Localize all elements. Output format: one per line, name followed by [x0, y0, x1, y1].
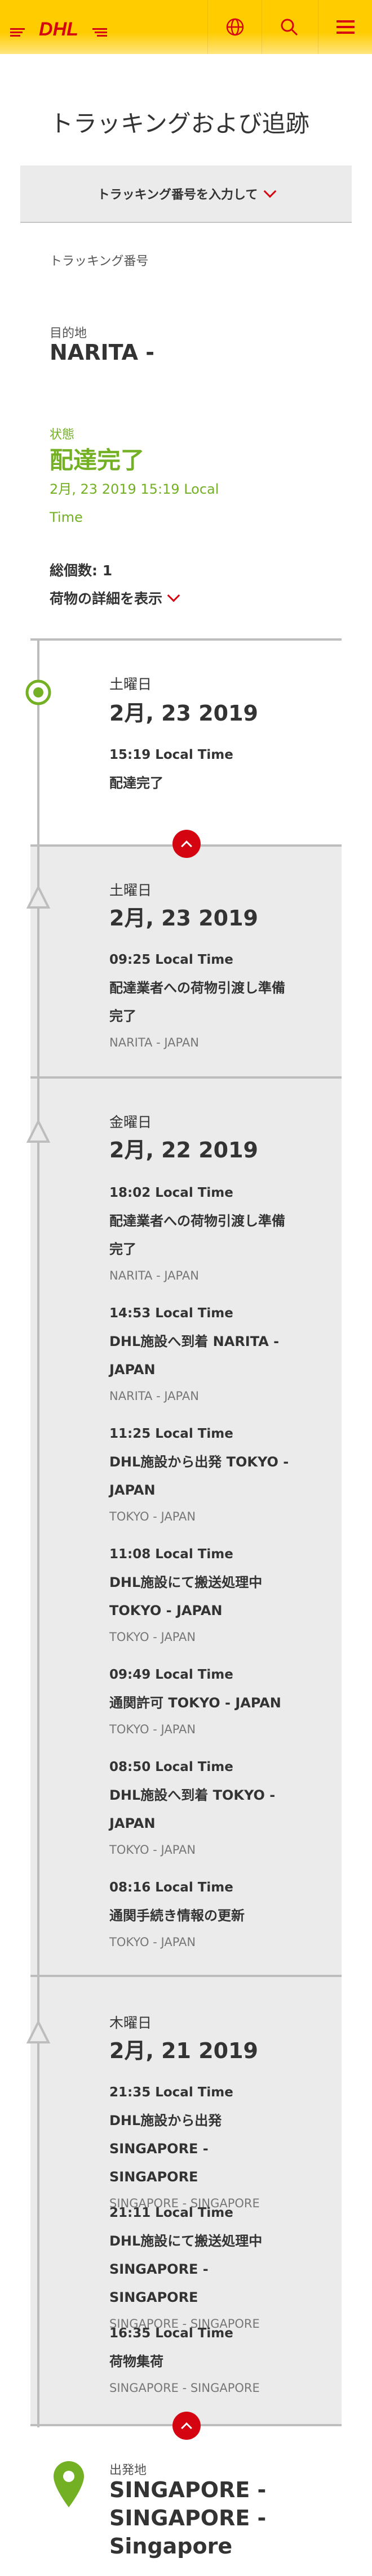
search-button[interactable]: [262, 0, 316, 54]
page-title: トラッキングおよび追跡: [50, 110, 309, 137]
event-description: 通関手続き情報の更新: [109, 1908, 245, 1924]
triangle-event-icon: [26, 885, 51, 909]
search-icon: [281, 19, 298, 36]
language-button[interactable]: [207, 0, 262, 54]
chevron-down-icon: [264, 185, 277, 198]
day-date: 2月, 21 2019: [109, 2038, 258, 2063]
event-description: DHL施設へ到着 NARITA - JAPAN: [109, 1334, 280, 1378]
event-description: 配達完了: [109, 775, 163, 791]
svg-text:DHL: DHL: [39, 19, 78, 38]
event-time: 09:49 Local Time: [109, 1667, 233, 1682]
event-description: 配達業者への荷物引渡し準備完了: [109, 980, 285, 1024]
delivered-status-icon: [25, 679, 51, 705]
event-description: 配達業者への荷物引渡し準備完了: [109, 1213, 285, 1257]
event-time: 11:25 Local Time: [109, 1426, 233, 1441]
location-pin-icon: [54, 2461, 84, 2507]
chevron-up-icon: [181, 2422, 192, 2434]
dhl-logo[interactable]: DHL: [10, 16, 107, 38]
timeline-event: 08:50 Local Time DHL施設へ到着 TOKYO - JAPAN …: [109, 1753, 295, 1862]
event-location: NARITA - JAPAN: [109, 1036, 199, 1049]
event-time: 08:16 Local Time: [109, 1880, 233, 1895]
event-time: 18:02 Local Time: [109, 1186, 233, 1200]
event-time: 15:19 Local Time: [109, 748, 233, 762]
event-description: DHL施設から出発 SINGAPORE - SINGAPORE: [109, 2113, 222, 2185]
day-date: 2月, 23 2019: [109, 906, 258, 931]
event-time: 09:25 Local Time: [109, 952, 233, 967]
timeline-event: 09:49 Local Time 通関許可 TOKYO - JAPAN TOKY…: [109, 1661, 295, 1742]
event-description: DHL施設にて搬送処理中 TOKYO - JAPAN: [109, 1575, 263, 1618]
triangle-event-icon: [26, 2020, 51, 2043]
event-description: 通関許可 TOKYO - JAPAN: [109, 1695, 281, 1711]
event-time: 21:11 Local Time: [109, 2206, 233, 2220]
day-name: 金曜日: [109, 1114, 152, 1130]
tracking-input-label: トラッキング番号を入力して: [97, 188, 258, 202]
timeline-event: 08:16 Local Time 通関手続き情報の更新 TOKYO - JAPA…: [109, 1873, 295, 1955]
status-value: 配達完了: [50, 446, 145, 474]
day-name: 木曜日: [109, 2015, 152, 2031]
event-time: 14:53 Local Time: [109, 1306, 233, 1321]
day-date: 2月, 23 2019: [109, 701, 258, 726]
timeline-event: 09:25 Local Time 配達業者への荷物引渡し準備完了 NARITA …: [109, 946, 295, 1055]
tracking-input-toggle[interactable]: トラッキング番号を入力して: [20, 166, 352, 223]
timeline-event: 21:35 Local Time DHL施設から出発 SINGAPORE - S…: [109, 2078, 295, 2216]
destination-value: NARITA -: [50, 340, 154, 365]
event-description: 荷物集荷: [109, 2354, 163, 2369]
event-location: TOKYO - JAPAN: [109, 1723, 196, 1736]
event-location: NARITA - JAPAN: [109, 1389, 199, 1403]
event-time: 16:35 Local Time: [109, 2326, 233, 2341]
timeline-event: 11:08 Local Time DHL施設にて搬送処理中 TOKYO - JA…: [109, 1540, 295, 1649]
status-time: 2月, 23 2019 15:19 Local Time: [50, 481, 219, 525]
show-details-label: 荷物の詳細を表示: [50, 591, 163, 607]
collapse-button[interactable]: [172, 830, 201, 858]
timeline-event: 14:53 Local Time DHL施設へ到着 NARITA - JAPAN…: [109, 1299, 295, 1408]
timeline-event: 21:11 Local Time DHL施設にて搬送処理中 SINGAPORE …: [109, 2199, 295, 2336]
event-time: 21:35 Local Time: [109, 2085, 233, 2100]
day-date: 2月, 22 2019: [109, 1138, 258, 1162]
timeline-event: 11:25 Local Time DHL施設から出発 TOKYO - JAPAN…: [109, 1420, 295, 1529]
menu-button[interactable]: [318, 0, 372, 54]
menu-icon: [336, 20, 355, 34]
timeline-event: 15:19 Local Time 配達完了: [109, 741, 295, 797]
destination-label: 目的地: [50, 327, 87, 341]
day-name: 土曜日: [109, 676, 152, 692]
event-location: TOKYO - JAPAN: [109, 1630, 196, 1644]
event-time: 11:08 Local Time: [109, 1547, 233, 1562]
origin-value: SINGAPORE - SINGAPORE - Singapore: [109, 2477, 267, 2559]
chevron-down-icon: [167, 589, 180, 602]
event-location: TOKYO - JAPAN: [109, 1935, 196, 1949]
chevron-up-icon: [181, 840, 192, 852]
header-bar: DHL: [0, 0, 372, 54]
event-location: TOKYO - JAPAN: [109, 1510, 196, 1523]
timeline-event: 18:02 Local Time 配達業者への荷物引渡し準備完了 NARITA …: [109, 1179, 295, 1288]
day-name: 土曜日: [109, 882, 152, 898]
tracking-number-label: トラッキング番号: [50, 254, 149, 269]
event-description: DHL施設にて搬送処理中 SINGAPORE - SINGAPORE: [109, 2233, 263, 2305]
status-label: 状態: [50, 428, 75, 442]
event-location: SINGAPORE - SINGAPORE: [109, 2381, 260, 2395]
event-time: 08:50 Local Time: [109, 1760, 233, 1774]
show-details-toggle[interactable]: 荷物の詳細を表示: [50, 588, 180, 608]
collapse-button[interactable]: [172, 2412, 201, 2440]
timeline-event: 16:35 Local Time 荷物集荷 SINGAPORE - SINGAP…: [109, 2319, 295, 2400]
event-location: TOKYO - JAPAN: [109, 1843, 196, 1857]
event-description: DHL施設から出発 TOKYO - JAPAN: [109, 1454, 289, 1498]
triangle-event-icon: [26, 1119, 51, 1143]
event-location: NARITA - JAPAN: [109, 1269, 199, 1282]
event-description: DHL施設へ到着 TOKYO - JAPAN: [109, 1787, 276, 1831]
pieces-total: 総個数: 1: [50, 562, 113, 579]
globe-icon: [226, 18, 243, 36]
